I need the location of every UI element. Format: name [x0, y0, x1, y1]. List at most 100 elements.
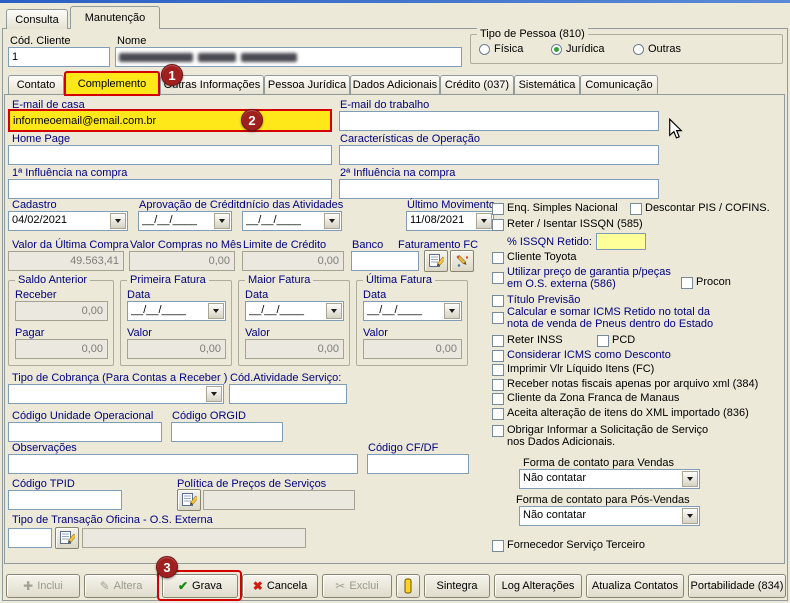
influencia1-input[interactable] [8, 179, 332, 199]
influencia2-input[interactable] [339, 179, 659, 199]
checkbox-procon[interactable] [681, 277, 693, 289]
cod-atividade-label: Cód.Atividade Serviço: [230, 372, 341, 384]
ultima-fatura-data-combo[interactable]: __/__/____ [363, 301, 462, 321]
tab-comunicacao[interactable]: Comunicação [580, 75, 658, 94]
exclui-button[interactable]: ✂Exclui [322, 574, 392, 598]
chevron-down-icon[interactable] [324, 213, 340, 229]
chevron-down-icon[interactable] [214, 213, 230, 229]
yellow-doc-button[interactable] [396, 574, 420, 598]
portabilidade-button[interactable]: Portabilidade (834) [688, 574, 786, 598]
tab-credito[interactable]: Crédito (037) [440, 75, 514, 94]
inicio-atividades-combo[interactable]: __/__/____ [242, 211, 342, 231]
sintegra-label: Sintegra [437, 580, 478, 592]
tipo-cobranca-combo[interactable] [8, 384, 224, 404]
checkbox-fornecedor-terceiro[interactable] [492, 540, 504, 552]
chevron-down-icon[interactable] [206, 386, 222, 402]
grava-button[interactable]: ✔Grava [162, 574, 238, 598]
checkbox-receber-notas[interactable] [492, 379, 504, 391]
contato-vendas-combo[interactable]: Não contatar [519, 469, 700, 489]
sintegra-button[interactable]: Sintegra [424, 574, 490, 598]
home-page-input[interactable] [8, 145, 332, 165]
inicio-atividades-value: __/__/____ [246, 214, 323, 226]
tab-complemento[interactable]: Complemento [64, 71, 160, 96]
tab-dados-adicionais[interactable]: Dados Adicionais [350, 75, 440, 94]
cod-orgid-input[interactable] [171, 422, 283, 442]
checkbox-aceita-alteracao[interactable] [492, 408, 504, 420]
checkbox-zona-franca[interactable] [492, 393, 504, 405]
atualiza-contatos-button[interactable]: Atualiza Contatos [586, 574, 684, 598]
log-alteracoes-button[interactable]: Log Alterações [494, 574, 582, 598]
limite-credito-label: Limite de Crédito [243, 239, 326, 251]
checkbox-pcd[interactable] [597, 335, 609, 347]
form-pencil-icon [429, 254, 444, 268]
maior-fatura-title: Maior Fatura [245, 274, 313, 286]
chevron-down-icon[interactable] [476, 213, 492, 229]
issqn-retido-input[interactable] [596, 233, 646, 250]
annotation-badge-2: 2 [241, 109, 263, 131]
cliente-manutencao-window: Consulta Manutenção Cód. Cliente Nome Ti… [0, 0, 790, 603]
cod-cliente-input[interactable] [8, 47, 110, 67]
faturamento-fc-form-button[interactable] [424, 250, 448, 272]
altera-button[interactable]: ✎Altera [84, 574, 158, 598]
nome-label: Nome [117, 35, 146, 47]
caracteristicas-input[interactable] [339, 145, 659, 165]
cod-cfdf-input[interactable] [367, 454, 469, 474]
banco-input[interactable] [351, 251, 419, 271]
cod-unidade-input[interactable] [8, 422, 162, 442]
checkbox-reter-inss[interactable] [492, 335, 504, 347]
aprovacao-credito-combo[interactable]: __/__/____ [138, 211, 232, 231]
chevron-down-icon[interactable] [110, 213, 126, 229]
tab-manutencao[interactable]: Manutenção [70, 6, 160, 29]
valor-ultima-compra-field: 49.563,41 [8, 251, 124, 271]
checkbox-fornecedor-terceiro-label: Fornecedor Serviço Terceiro [507, 539, 645, 551]
tab-sistematica-label: Sistemática [519, 79, 576, 91]
inclui-button[interactable]: ✚Inclui [6, 574, 80, 598]
tab-manutencao-label: Manutenção [85, 12, 146, 24]
checkbox-enq-simples[interactable] [492, 203, 504, 215]
tipo-transacao-codigo-input[interactable] [8, 528, 52, 548]
tab-pessoa-juridica[interactable]: Pessoa Jurídica [264, 75, 350, 94]
chevron-down-icon[interactable] [208, 303, 224, 319]
checkbox-receber-notas-label: Receber notas fiscais apenas por arquivo… [507, 378, 758, 390]
radio-outras[interactable] [633, 44, 644, 55]
primeira-fatura-data-combo[interactable]: __/__/____ [127, 301, 226, 321]
checkbox-calcular-icms[interactable] [492, 312, 504, 324]
email-trabalho-input[interactable] [339, 111, 659, 131]
email-casa-input[interactable] [8, 109, 332, 132]
atualiza-contatos-label: Atualiza Contatos [592, 580, 678, 592]
checkbox-titulo-previsao[interactable] [492, 295, 504, 307]
checkbox-descontar-pis[interactable] [630, 203, 642, 215]
faturamento-fc-wand-button[interactable] [450, 250, 474, 272]
contato-pos-vendas-combo[interactable]: Não contatar [519, 506, 700, 526]
checkbox-calcular-icms-label: Calcular e somar ICMS Retido no total da… [507, 306, 725, 330]
contato-pos-vendas-label: Forma de contato para Pós-Vendas [516, 494, 690, 506]
radio-juridica[interactable] [551, 44, 562, 55]
tab-consulta[interactable]: Consulta [6, 9, 68, 29]
checkbox-reter-issqn[interactable] [492, 219, 504, 231]
tab-contato[interactable]: Contato [8, 75, 64, 94]
cadastro-combo[interactable]: 04/02/2021 [8, 211, 128, 231]
tab-sistematica[interactable]: Sistemática [514, 75, 580, 94]
chevron-down-icon[interactable] [682, 508, 698, 524]
observacoes-input[interactable] [8, 454, 358, 474]
contato-vendas-label: Forma de contato para Vendas [523, 457, 674, 469]
influencia1-label: 1ª Influência na compra [12, 167, 127, 179]
chevron-down-icon[interactable] [682, 471, 698, 487]
chevron-down-icon[interactable] [444, 303, 460, 319]
politica-precos-lookup-button[interactable] [177, 489, 201, 511]
cod-tpid-input[interactable] [8, 490, 122, 510]
maior-fatura-data-combo[interactable]: __/__/____ [245, 301, 344, 321]
checkbox-enq-simples-label: Enq. Simples Nacional [507, 202, 618, 214]
checkbox-utilizar-preco[interactable] [492, 272, 504, 284]
ultimo-movimento-combo[interactable]: 11/08/2021 [406, 211, 494, 231]
checkbox-obrigar-informar[interactable] [492, 425, 504, 437]
cancela-button[interactable]: ✖Cancela [242, 574, 318, 598]
cod-atividade-input[interactable] [229, 384, 347, 404]
checkbox-cliente-toyota[interactable] [492, 252, 504, 264]
tipo-transacao-lookup-button[interactable] [55, 527, 79, 549]
checkbox-considerar-icms[interactable] [492, 350, 504, 362]
chevron-down-icon[interactable] [326, 303, 342, 319]
checkbox-imprimir-vlr[interactable] [492, 364, 504, 376]
annotation-badge-1: 1 [161, 64, 183, 86]
radio-fisica[interactable] [479, 44, 490, 55]
